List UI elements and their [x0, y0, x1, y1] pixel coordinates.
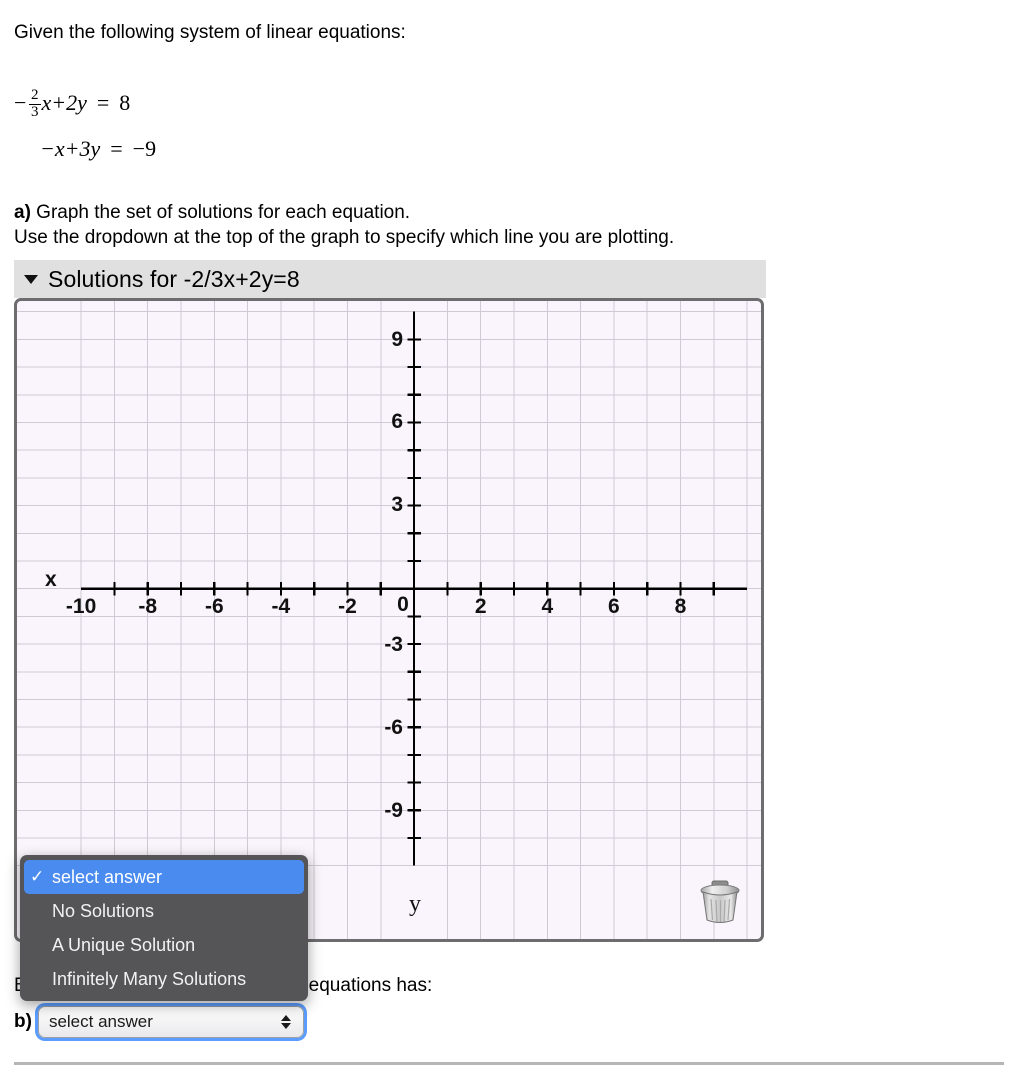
- part-b-marker: b): [14, 1011, 32, 1032]
- arrow-up-icon: [280, 1015, 291, 1021]
- fraction-denominator: 3: [29, 103, 41, 120]
- y-tick-label: 9: [391, 328, 403, 351]
- graph-widget: Solutions for -2/3x+2y=8 -10 -8 -6 -4 -2…: [14, 260, 766, 942]
- x-tick-label: 4: [541, 595, 553, 618]
- x-tick-label: 2: [475, 595, 487, 618]
- y-tick-label: -6: [384, 716, 403, 739]
- answer-select-value: select answer: [48, 1012, 153, 1031]
- intro-text: Given the following system of linear equ…: [14, 22, 406, 43]
- part-a-instructions: a) Graph the set of solutions for each e…: [14, 200, 674, 250]
- x-tick-label: -10: [66, 595, 96, 618]
- menu-item-a-unique-solution[interactable]: A Unique Solution: [24, 928, 304, 962]
- graph-dropdown-label: Solutions for -2/3x+2y=8: [48, 265, 300, 292]
- y-tick-label: -9: [384, 799, 403, 822]
- equation-2-rhs: −9: [132, 136, 157, 161]
- chevron-down-icon: [24, 274, 38, 284]
- part-b-row: b) select answer: [14, 1006, 304, 1038]
- coordinate-plane[interactable]: -10 -8 -6 -4 -2 0 2 4 6 8 9 6 3 -3 -6 -9: [14, 298, 764, 942]
- answer-dropdown-menu[interactable]: ✓ select answer No Solutions A Unique So…: [20, 855, 308, 1001]
- x-tick-label: -6: [205, 595, 224, 618]
- x-tick-label: -2: [338, 595, 357, 618]
- menu-item-label: A Unique Solution: [52, 934, 196, 955]
- equation-2-equals: =: [110, 136, 123, 161]
- equation-1-leading-minus: −: [14, 90, 27, 115]
- graph-equation-dropdown[interactable]: Solutions for -2/3x+2y=8: [14, 260, 766, 298]
- part-a-line-1-text: Graph the set of solutions for each equa…: [30, 202, 411, 223]
- part-a-marker: a): [14, 202, 31, 223]
- menu-item-label: select answer: [52, 866, 163, 887]
- x-tick-label: -4: [272, 595, 291, 618]
- menu-item-infinitely-many-solutions[interactable]: Infinitely Many Solutions: [24, 962, 304, 996]
- equation-1-terms: x+2y: [41, 90, 87, 115]
- y-axis-label: y: [409, 891, 421, 917]
- equation-1-equals: =: [96, 90, 110, 115]
- equation-1-rhs: 8: [119, 90, 131, 115]
- part-a-line-1: a) Graph the set of solutions for each e…: [14, 200, 674, 225]
- y-tick-label: 6: [391, 410, 403, 433]
- bottom-divider: [14, 1062, 1004, 1065]
- fraction-numerator: 2: [31, 87, 39, 104]
- menu-item-no-solutions[interactable]: No Solutions: [24, 894, 304, 928]
- trash-can-icon[interactable]: [693, 875, 747, 929]
- equation-system: − 2 3 x+2y = 8 −x+3y = −9: [14, 80, 156, 172]
- menu-item-label: Infinitely Many Solutions: [52, 968, 247, 989]
- x-tick-label: 6: [608, 595, 620, 618]
- y-tick-label: 3: [391, 493, 403, 516]
- x-axis-label: x: [45, 568, 57, 591]
- equation-2-lhs: −x+3y: [40, 136, 101, 161]
- answer-select[interactable]: select answer: [37, 1006, 304, 1038]
- menu-item-label: No Solutions: [52, 900, 155, 921]
- x-tick-label: 0: [397, 593, 409, 616]
- equation-row-1: − 2 3 x+2y = 8: [14, 80, 156, 126]
- y-tick-label: -3: [384, 633, 403, 656]
- check-icon: ✓: [30, 867, 45, 886]
- part-a-line-2: Use the dropdown at the top of the graph…: [14, 227, 675, 248]
- coordinate-grid-svg: -10 -8 -6 -4 -2 0 2 4 6 8 9 6 3 -3 -6 -9: [17, 301, 761, 939]
- up-down-arrows-icon: [280, 1015, 291, 1029]
- x-tick-label: 8: [675, 595, 687, 618]
- menu-item-select-answer[interactable]: ✓ select answer: [24, 860, 304, 894]
- arrow-down-icon: [280, 1023, 291, 1029]
- fraction-two-thirds: 2 3: [29, 87, 41, 120]
- x-tick-label: -8: [138, 595, 157, 618]
- equation-row-2: −x+3y = −9: [14, 126, 156, 172]
